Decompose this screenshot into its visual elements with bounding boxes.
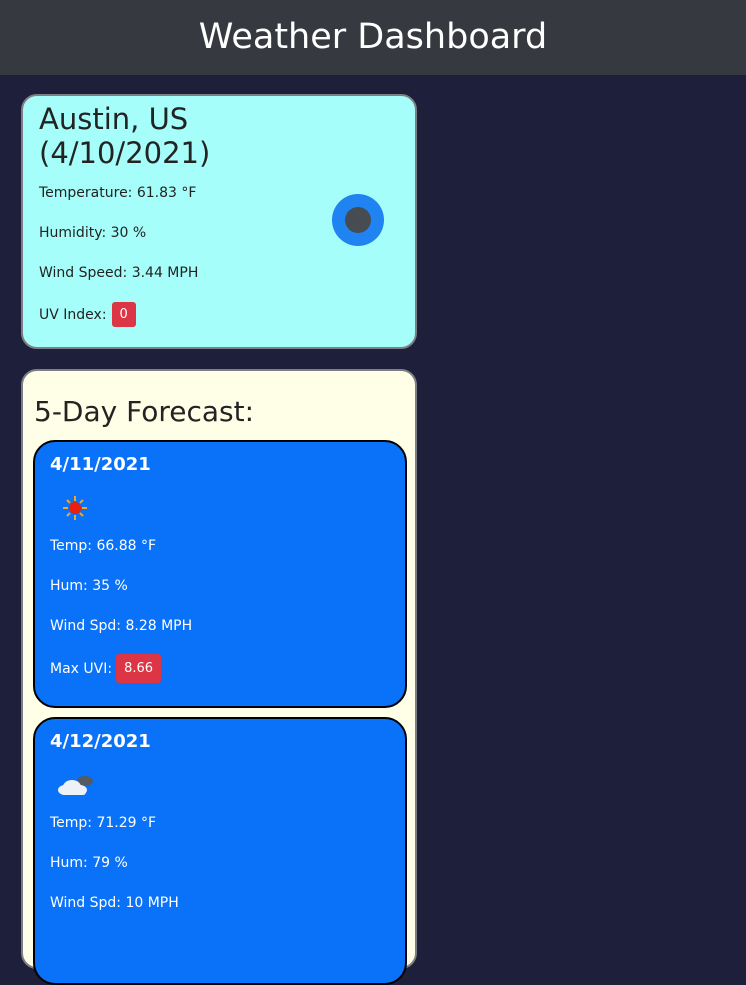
uv-index-row: UV Index: 0 <box>39 302 136 327</box>
forecast-day-card: 4/11/2021 Temp: 66.88 °F Hum: 35 % Wind … <box>33 440 407 708</box>
sun-icon <box>55 492 95 524</box>
wind-speed-text: Wind Speed: 3.44 MPH <box>39 265 199 281</box>
dark-circle-weather-icon <box>332 194 384 246</box>
city-name: Austin, US <box>39 102 189 136</box>
forecast-wind: Wind Spd: 10 MPH <box>50 895 179 911</box>
cloud-icon <box>55 769 95 801</box>
forecast-humidity: Hum: 35 % <box>50 578 128 594</box>
forecast-day-card: 4/12/2021 Temp: 71.29 °F Hum: 79 % Wind … <box>33 717 407 985</box>
forecast-wind: Wind Spd: 8.28 MPH <box>50 618 193 634</box>
forecast-date: 4/11/2021 <box>50 454 151 475</box>
forecast-humidity: Hum: 79 % <box>50 855 128 871</box>
forecast-title: 5-Day Forecast: <box>34 395 255 428</box>
current-weather-card: Austin, US (4/10/2021) Temperature: 61.8… <box>21 94 417 349</box>
app-header: Weather Dashboard <box>0 0 746 75</box>
temperature-text: Temperature: 61.83 °F <box>39 185 197 201</box>
page-title: Weather Dashboard <box>198 17 548 57</box>
uv-index-badge: 0 <box>111 302 136 327</box>
humidity-text: Humidity: 30 % <box>39 225 147 241</box>
current-date: (4/10/2021) <box>39 136 211 170</box>
forecast-uvi-label: Max UVI: <box>50 660 113 677</box>
forecast-uvi-row: Max UVI: 8.66 <box>50 654 162 683</box>
forecast-temp: Temp: 66.88 °F <box>50 538 157 554</box>
forecast-temp: Temp: 71.29 °F <box>50 815 157 831</box>
forecast-panel: 5-Day Forecast: 4/11/2021 Temp: 66.88 °F… <box>21 369 417 985</box>
city-heading: Austin, US (4/10/2021) <box>39 102 299 170</box>
uv-index-label: UV Index: <box>39 306 107 323</box>
forecast-date: 4/12/2021 <box>50 731 151 752</box>
forecast-uvi-badge: 8.66 <box>116 654 162 683</box>
